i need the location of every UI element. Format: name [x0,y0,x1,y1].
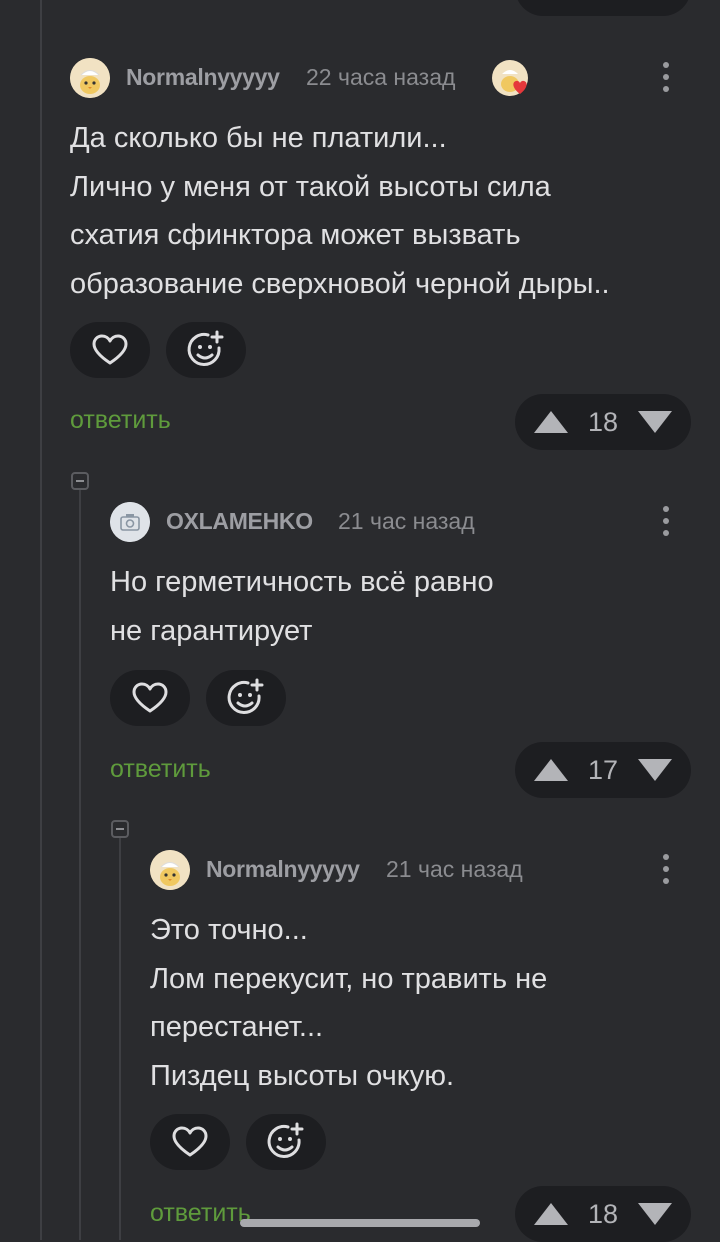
thread-line-root [40,0,42,1240]
react-button[interactable] [206,670,286,726]
comment-line: образование сверхновой черной дыры.. [70,267,610,300]
like-button[interactable] [110,670,190,726]
arrow-down-icon[interactable] [637,410,673,434]
comment-line: Лом перекусит, но травить не [150,962,548,995]
comment-body: Да сколько бы не платили... Лично у меня… [70,114,610,308]
comment-line: Пиздец высоты очкую. [150,1059,455,1092]
arrow-down-icon[interactable] [637,758,673,782]
author-name[interactable]: Normalnyyyyy [206,856,360,883]
avatar[interactable] [110,502,150,542]
vote-control: 18 [515,1186,691,1242]
home-indicator[interactable] [240,1219,480,1227]
comment-time: 21 час назад [386,856,523,882]
comment-line: Да сколько бы не платили... [70,122,447,154]
previous-vote-pill[interactable] [515,0,691,16]
react-button[interactable] [166,322,246,378]
comment-line: не гарантирует [110,614,313,647]
heart-outline-icon [92,334,128,365]
chick-avatar-icon [150,850,190,890]
like-button[interactable] [150,1114,230,1170]
comment-body: Но герметичность всё равно не гарантируе… [110,558,494,655]
vote-control: 18 [515,394,691,450]
heart-outline-icon [132,682,168,713]
reply-link[interactable]: ответить [70,406,171,435]
avatar[interactable] [150,850,190,890]
author-name[interactable]: OXLAMEHKO [166,508,313,535]
add-emoji-icon [267,1122,304,1158]
avatar[interactable] [70,58,110,98]
arrow-down-icon[interactable] [637,1202,673,1226]
comment-body: Это точно... Лом перекусит, но травить н… [150,906,547,1100]
comment-time: 22 часа назад [306,64,456,90]
react-button[interactable] [246,1114,326,1170]
author-name[interactable]: Normalnyyyyy [126,64,280,91]
comment-line: схатия сфинктора может вызвать [70,219,521,251]
reply-link[interactable]: ответить [150,1199,251,1228]
chick-avatar-icon [70,58,110,98]
like-button[interactable] [70,322,150,378]
comment-line: Но герметичность всё равно [110,566,494,598]
collapse-thread-button[interactable] [111,820,129,838]
comment-line: Это точно... [150,914,308,946]
heart-outline-icon [172,1126,208,1157]
author-badge [492,58,532,98]
collapse-thread-button[interactable] [71,472,89,490]
add-emoji-icon [187,330,224,366]
camera-avatar-icon [110,502,150,542]
more-vertical-icon[interactable] [663,62,669,96]
heart-badge-icon [492,60,528,96]
more-vertical-icon[interactable] [663,854,669,888]
thread-line-level-1 [79,490,81,1240]
vote-control: 17 [515,742,691,798]
reply-link[interactable]: ответить [110,755,211,784]
thread-line-level-2 [119,838,121,1240]
comment-line: перестанет... [150,1011,324,1043]
add-emoji-icon [227,678,264,714]
more-vertical-icon[interactable] [663,506,669,540]
comment-time: 21 час назад [338,508,475,534]
comment-line: Лично у меня от такой высоты сила [70,170,551,203]
